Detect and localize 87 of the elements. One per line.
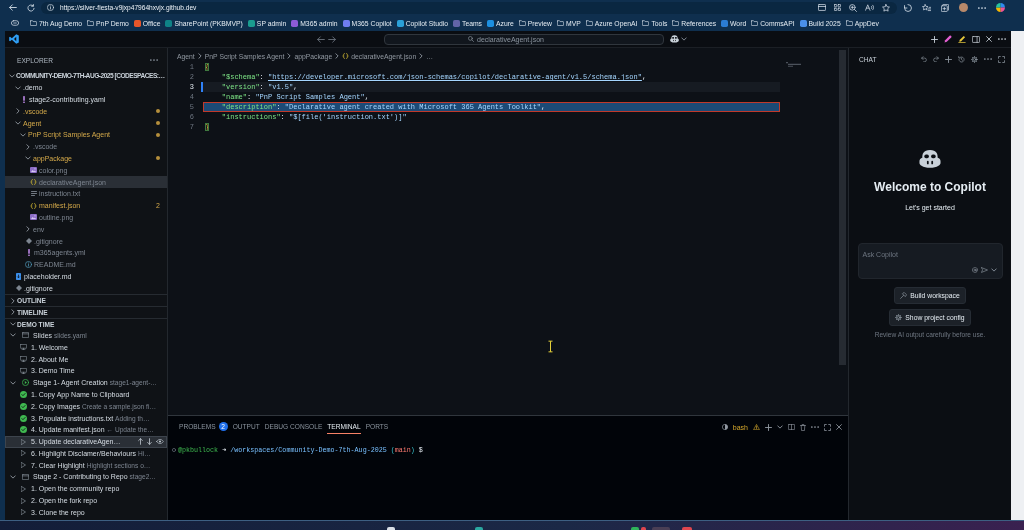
folder-icon <box>87 20 95 26</box>
plus-icon[interactable] <box>931 35 938 43</box>
back-arrow-icon[interactable] <box>317 35 325 43</box>
search-icon <box>468 36 475 42</box>
maximize-icon[interactable] <box>824 423 831 431</box>
app-icon[interactable] <box>387 527 395 530</box>
monitor-icon <box>20 344 27 351</box>
app-icon[interactable] <box>475 527 483 530</box>
info-icon[interactable] <box>47 4 54 11</box>
plus-icon[interactable] <box>945 55 952 63</box>
plus-icon[interactable] <box>765 423 772 431</box>
forward-arrow-icon[interactable] <box>328 35 336 43</box>
exclamation-icon <box>27 249 30 257</box>
dot-icon <box>156 121 160 126</box>
folder-icon <box>585 20 593 26</box>
half-circle-icon[interactable] <box>721 424 728 430</box>
layout-icon[interactable] <box>972 35 980 43</box>
refresh-icon[interactable] <box>27 3 35 12</box>
monitor-icon <box>20 367 27 374</box>
close-icon[interactable] <box>986 36 992 42</box>
down-arrow-icon <box>16 272 21 280</box>
image-icon <box>30 167 37 174</box>
maximize-icon[interactable] <box>998 55 1005 63</box>
image-icon <box>30 214 37 221</box>
redo-icon[interactable] <box>933 56 939 62</box>
monitor-icon <box>20 356 27 362</box>
history-icon[interactable] <box>958 55 965 63</box>
split-icon[interactable] <box>788 424 795 430</box>
zoom-icon[interactable] <box>849 3 857 12</box>
colorful-logo-icon[interactable] <box>996 3 1005 12</box>
settings-icon <box>895 314 903 321</box>
folder-icon <box>672 20 680 26</box>
welcome-heading: Welcome to Copilot <box>874 180 986 194</box>
text-cursor-icon <box>548 340 553 353</box>
folder-icon <box>518 20 526 26</box>
editor-scrollbar[interactable] <box>839 50 846 365</box>
highlighter-icon[interactable] <box>958 35 966 43</box>
settings-icon[interactable] <box>971 55 978 63</box>
chevron-down-icon[interactable] <box>681 37 687 41</box>
app-icon[interactable] <box>682 527 692 530</box>
braces-icon <box>30 202 37 209</box>
info-icon <box>25 261 32 269</box>
folder-icon <box>642 20 650 26</box>
folder-icon <box>751 20 759 26</box>
chevron-down-icon[interactable] <box>990 268 997 272</box>
arrow-up-icon[interactable] <box>138 438 143 446</box>
more-icon[interactable] <box>978 6 986 9</box>
at-sign-icon[interactable] <box>971 267 978 273</box>
chevron-right-icon <box>287 53 292 59</box>
grid-icon[interactable] <box>834 4 841 11</box>
minimap-drawing <box>786 62 801 67</box>
folder-icon <box>30 20 37 26</box>
dot-icon <box>156 156 160 161</box>
close-icon[interactable] <box>836 424 842 430</box>
folder-icon <box>845 20 853 26</box>
dot-icon <box>156 109 160 114</box>
braces-icon <box>30 179 37 186</box>
favorites-icon[interactable] <box>922 3 931 12</box>
circular-arrow-icon[interactable] <box>904 3 912 12</box>
link-icon[interactable] <box>11 20 19 26</box>
eye-icon[interactable] <box>156 439 164 445</box>
diamond-icon <box>25 238 32 245</box>
hammer-icon <box>900 292 908 299</box>
diamond-icon <box>15 285 22 292</box>
arrow-down-icon[interactable] <box>147 438 152 446</box>
robot-face-icon <box>919 150 941 168</box>
chevron-right-icon <box>419 53 424 59</box>
folder-icon <box>557 20 564 26</box>
dot-icon <box>156 132 160 137</box>
pen-icon[interactable] <box>944 35 952 43</box>
undo-icon[interactable] <box>921 56 927 62</box>
exclamation-icon <box>22 96 25 103</box>
tab-icon[interactable] <box>818 4 826 11</box>
read-aloud-icon[interactable] <box>865 4 874 11</box>
logo-icon[interactable] <box>9 34 19 44</box>
chevron-right-icon <box>335 53 340 59</box>
chevron-right-icon <box>197 53 202 59</box>
collections-icon[interactable] <box>941 3 949 12</box>
braces-icon <box>342 53 350 59</box>
lines-icon <box>30 191 37 197</box>
chevron-down-icon[interactable] <box>777 425 783 429</box>
circle-icon <box>172 448 176 452</box>
star-icon[interactable] <box>882 3 890 12</box>
trash-icon[interactable] <box>800 423 806 431</box>
robot-face-icon[interactable] <box>670 35 679 43</box>
profile-avatar[interactable] <box>959 3 968 12</box>
send-icon[interactable] <box>980 267 988 273</box>
